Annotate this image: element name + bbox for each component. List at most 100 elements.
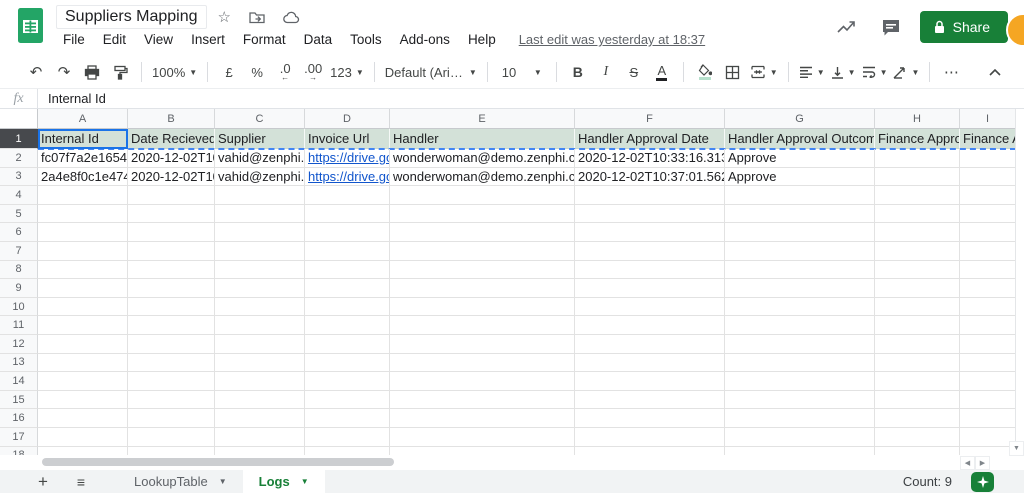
scroll-right-arrow[interactable]: ▶ [975,456,990,470]
text-wrap-button[interactable]: ▼ [862,60,887,84]
cell-A12[interactable] [38,334,128,354]
cell-B16[interactable] [128,409,215,428]
redo-icon[interactable]: ↷ [53,60,75,84]
cell-H7[interactable] [875,241,960,261]
cell-D10[interactable] [305,297,390,317]
vertical-scrollbar[interactable] [1015,109,1024,455]
cell-A1[interactable]: Internal Id [38,129,128,149]
cell-F9[interactable] [575,279,725,298]
cell-H17[interactable] [875,427,960,447]
cell-E18[interactable] [390,446,575,455]
cell-D3[interactable]: https://drive.goo [305,167,390,187]
menu-format[interactable]: Format [234,30,295,49]
cell-G3[interactable]: Approve [725,167,875,187]
all-sheets-menu-icon[interactable]: ≡ [70,474,92,490]
cell-A7[interactable] [38,241,128,261]
cell-I18[interactable] [960,446,1016,455]
cell-I5[interactable] [960,204,1016,224]
column-header-E[interactable]: E [390,109,575,129]
cell-B13[interactable] [128,353,215,373]
cell-F8[interactable] [575,260,725,280]
more-formats-button[interactable]: 123 ▼ [330,60,364,84]
cell-E5[interactable] [390,204,575,224]
cell-I4[interactable] [960,186,1016,205]
cell-G9[interactable] [725,279,875,298]
cell-C5[interactable] [215,204,305,224]
more-toolbar-button[interactable]: ⋯ [940,60,962,84]
sheet-tab-lookuptable[interactable]: LookupTable ▼ [118,470,243,493]
column-header-G[interactable]: G [725,109,875,129]
scroll-down-arrow[interactable]: ▼ [1009,441,1024,456]
cell-E12[interactable] [390,334,575,354]
cell-D11[interactable] [305,316,390,335]
cell-B12[interactable] [128,334,215,354]
fill-color-button[interactable] [694,60,716,84]
font-select[interactable]: Default (Ari… ▼ [385,60,477,84]
cell-B10[interactable] [128,297,215,317]
cell-B3[interactable]: 2020-12-02T10:3 [128,167,215,187]
cell-I7[interactable] [960,241,1016,261]
row-header-18[interactable]: 18 [0,446,38,455]
row-header-1[interactable]: 1 [0,129,38,149]
row-header-15[interactable]: 15 [0,390,38,410]
cell-I11[interactable] [960,316,1016,335]
row-header-9[interactable]: 9 [0,279,38,298]
cell-F1[interactable]: Handler Approval Date [575,129,725,149]
format-percent-button[interactable]: % [246,60,268,84]
cell-E16[interactable] [390,409,575,428]
cell-B11[interactable] [128,316,215,335]
row-header-12[interactable]: 12 [0,334,38,354]
strikethrough-button[interactable]: S [623,60,645,84]
cloud-status-icon[interactable] [276,11,307,24]
cell-D18[interactable] [305,446,390,455]
cell-D13[interactable] [305,353,390,373]
column-header-C[interactable]: C [215,109,305,129]
collapse-toolbar-icon[interactable] [984,60,1006,84]
cell-H12[interactable] [875,334,960,354]
cell-F3[interactable]: 2020-12-02T10:37:01.56253 [575,167,725,187]
cell-A13[interactable] [38,353,128,373]
cell-E10[interactable] [390,297,575,317]
menu-help[interactable]: Help [459,30,505,49]
cell-G12[interactable] [725,334,875,354]
cell-H18[interactable] [875,446,960,455]
cell-C10[interactable] [215,297,305,317]
cell-G10[interactable] [725,297,875,317]
cell-F12[interactable] [575,334,725,354]
cell-H15[interactable] [875,390,960,410]
cell-E1[interactable]: Handler [390,129,575,149]
comment-icon[interactable] [876,13,906,42]
column-header-B[interactable]: B [128,109,215,129]
cell-E4[interactable] [390,186,575,205]
document-title[interactable]: Suppliers Mapping [56,5,207,29]
menu-addons[interactable]: Add-ons [391,30,459,49]
column-header-I[interactable]: I [960,109,1016,129]
horizontal-scrollbar-track[interactable]: ◀ ▶ [0,455,1024,471]
cell-I15[interactable] [960,390,1016,410]
cell-I6[interactable] [960,223,1016,242]
cell-G13[interactable] [725,353,875,373]
menu-file[interactable]: File [54,30,94,49]
undo-icon[interactable]: ↶ [25,60,47,84]
cell-B14[interactable] [128,372,215,391]
cell-E7[interactable] [390,241,575,261]
cell-G1[interactable]: Handler Approval Outcome [725,129,875,149]
row-header-5[interactable]: 5 [0,204,38,224]
menu-insert[interactable]: Insert [182,30,234,49]
cell-E6[interactable] [390,223,575,242]
cell-A8[interactable] [38,260,128,280]
cell-F15[interactable] [575,390,725,410]
cell-D1[interactable]: Invoice Url [305,129,390,149]
cell-D12[interactable] [305,334,390,354]
cell-A14[interactable] [38,372,128,391]
cell-H5[interactable] [875,204,960,224]
cell-D5[interactable] [305,204,390,224]
cell-E14[interactable] [390,372,575,391]
column-header-A[interactable]: A [38,109,128,129]
cell-G5[interactable] [725,204,875,224]
cell-D6[interactable] [305,223,390,242]
last-edit-link[interactable]: Last edit was yesterday at 18:37 [519,32,705,47]
column-header-H[interactable]: H [875,109,960,129]
cell-H16[interactable] [875,409,960,428]
cell-D17[interactable] [305,427,390,447]
